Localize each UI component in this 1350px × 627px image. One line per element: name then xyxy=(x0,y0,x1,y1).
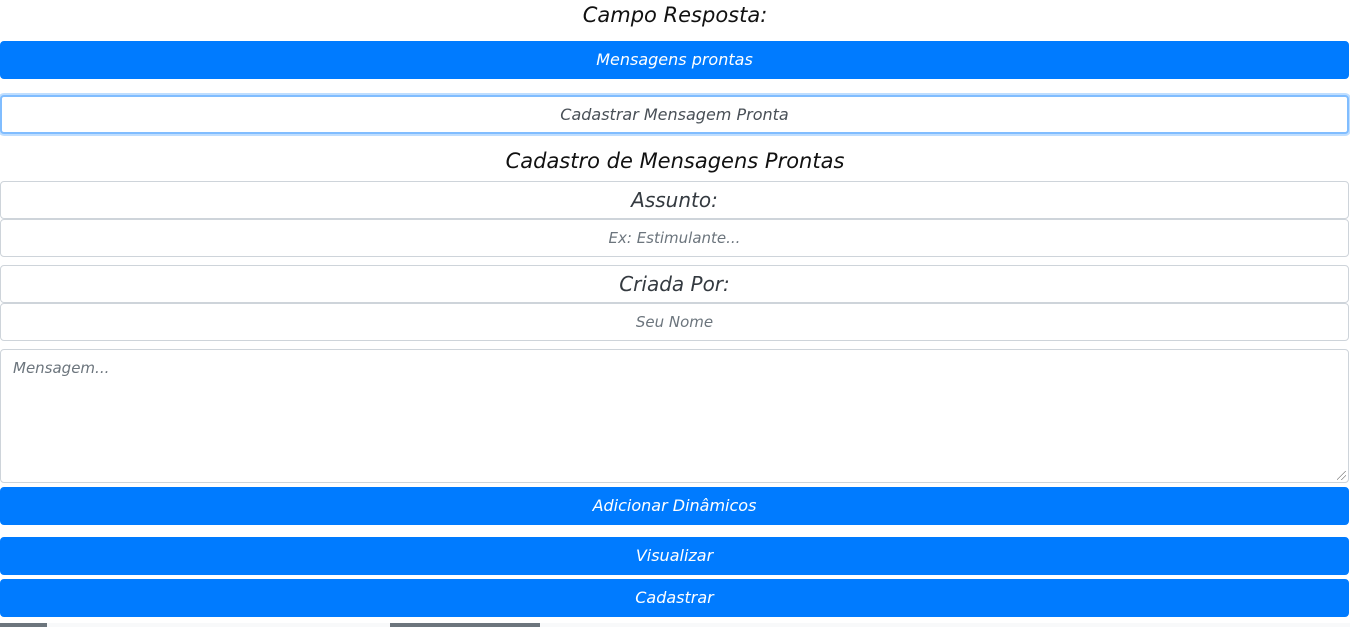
adicionar-dinamicos-button[interactable]: Adicionar Dinâmicos xyxy=(0,487,1349,525)
mensagem-placeholder: Mensagem... xyxy=(13,359,110,377)
nome-input[interactable]: Seu Nome xyxy=(0,303,1349,341)
page-title: Campo Resposta: xyxy=(582,3,768,27)
resize-handle-icon[interactable] xyxy=(1337,471,1346,480)
assunto-label: Assunto: xyxy=(0,181,1349,219)
criada-por-label: Criada Por: xyxy=(0,265,1349,303)
page: Campo Resposta: Mensagens prontas Cadast… xyxy=(0,0,1350,627)
bottom-edge-segment xyxy=(0,623,47,627)
cadastrar-mensagem-pronta-button[interactable]: Cadastrar Mensagem Pronta xyxy=(0,95,1349,134)
assunto-input[interactable]: Ex: Estimulante... xyxy=(0,219,1349,257)
bottom-edge-segment xyxy=(390,623,540,627)
visualizar-button[interactable]: Visualizar xyxy=(0,537,1349,575)
mensagens-prontas-button[interactable]: Mensagens prontas xyxy=(0,41,1349,79)
cadastrar-button[interactable]: Cadastrar xyxy=(0,579,1349,617)
form-title: Cadastro de Mensagens Prontas xyxy=(505,149,845,173)
bottom-edge xyxy=(0,623,1350,627)
mensagem-textarea[interactable]: Mensagem... xyxy=(0,349,1349,483)
